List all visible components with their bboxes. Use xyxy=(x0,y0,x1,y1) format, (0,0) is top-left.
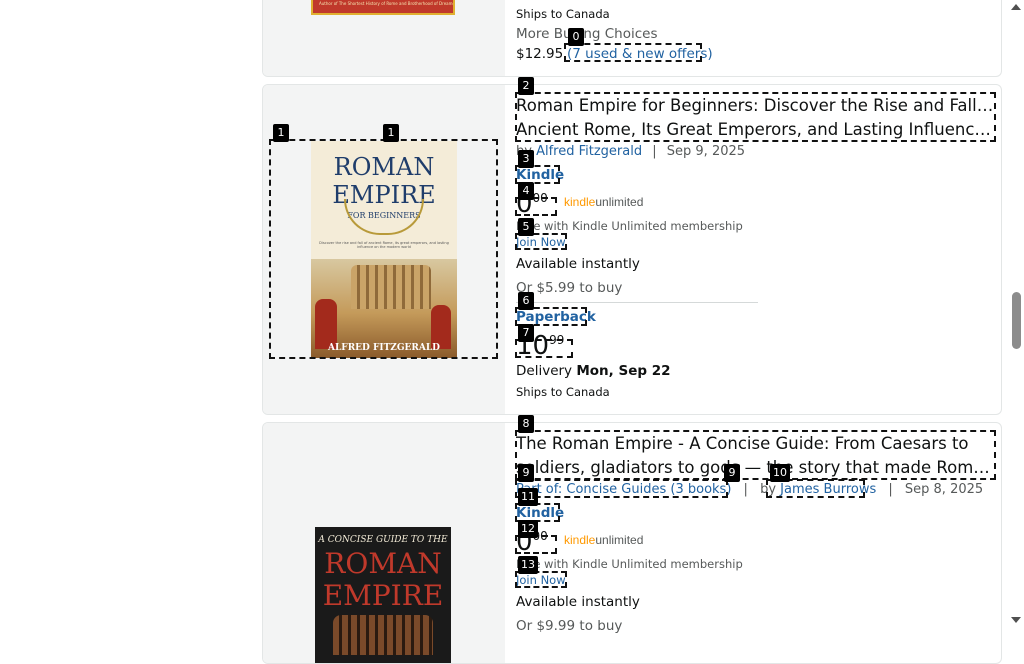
join-now-link[interactable]: Join Now xyxy=(516,573,566,587)
scrollbar-thumb[interactable] xyxy=(1012,292,1021,349)
available-instantly: Available instantly xyxy=(516,256,640,272)
marker-11: 11 xyxy=(518,488,538,506)
marker-6: 6 xyxy=(518,292,534,310)
cover-blurb: Discover the rise and fall of ancient Ro… xyxy=(319,241,449,249)
kindle-unlimited-logo: kindleunlimited xyxy=(564,195,644,209)
divider xyxy=(516,302,758,303)
author-link[interactable]: Alfred Fitzgerald xyxy=(536,144,642,159)
publish-date: Sep 9, 2025 xyxy=(666,144,746,159)
marker-13: 13 xyxy=(518,556,538,574)
marker-12: 12 xyxy=(518,520,538,538)
product-title-link[interactable]: Roman Empire for Beginners: Discover the… xyxy=(516,94,994,142)
buy-price: Or $9.99 to buy xyxy=(516,618,623,634)
title-line-2: Ancient Rome, Its Great Emperors, and La… xyxy=(516,120,994,139)
book-cover-image[interactable]: A CONCISE GUIDE TO THE ROMAN EMPIRE xyxy=(315,527,451,663)
kindle-unlimited-logo: kindleunlimited xyxy=(564,533,644,547)
author-link[interactable]: James Burrows xyxy=(780,482,876,497)
book-cover-image[interactable]: ROMAN EMPIRE FOR BEGINNERS Discover the … xyxy=(311,141,457,358)
result-card-1: ROMAN EMPIRE FOR BEGINNERS Discover the … xyxy=(262,84,1002,415)
delivery-info: Delivery Mon, Sep 22 xyxy=(516,363,671,379)
format-kindle-link[interactable]: Kindle xyxy=(516,505,564,521)
marker-9b: 9 xyxy=(724,464,740,482)
scroll-down-arrow-icon[interactable] xyxy=(1011,617,1021,623)
marker-1a: 1 xyxy=(273,124,289,142)
by-label: by xyxy=(760,482,777,497)
result-card-2: A CONCISE GUIDE TO THE ROMAN EMPIRE The … xyxy=(262,422,1002,664)
join-now-link[interactable]: Join Now xyxy=(516,235,566,249)
publish-date: Sep 8, 2025 xyxy=(904,482,984,497)
marker-9a: 9 xyxy=(518,464,534,482)
byline: Part of: Concise Guides (3 books) | by J… xyxy=(516,482,983,497)
result-card-0: Author of The Shortest History of Rome a… xyxy=(262,0,1002,77)
marker-2: 2 xyxy=(518,77,534,95)
cover-author: ALFRED FITZGERALD xyxy=(328,343,440,353)
ships-to: Ships to Canada xyxy=(516,7,610,21)
vertical-scrollbar[interactable] xyxy=(1008,0,1024,629)
format-kindle-link[interactable]: Kindle xyxy=(516,167,564,183)
marker-0: 0 xyxy=(568,28,584,46)
cover-caption: Author of The Shortest History of Rome a… xyxy=(319,1,455,6)
offers-link[interactable]: (7 used & new offers) xyxy=(567,46,713,62)
byline-separator: | xyxy=(743,482,748,497)
laurel-wreath-icon xyxy=(344,199,424,235)
ku-free-text: Free with Kindle Unlimited membership xyxy=(516,219,743,233)
title-line-1: Roman Empire for Beginners: Discover the… xyxy=(516,96,994,115)
available-instantly: Available instantly xyxy=(516,594,640,610)
byline: by Alfred Fitzgerald | Sep 9, 2025 xyxy=(516,144,745,159)
price-fraction: 99 xyxy=(549,333,565,347)
cover-title-1: ROMAN xyxy=(333,153,435,181)
cover-pane: Author of The Shortest History of Rome a… xyxy=(263,0,505,76)
byline-separator: | xyxy=(652,144,657,159)
marker-3: 3 xyxy=(518,150,534,168)
byline-separator-2: | xyxy=(888,482,893,497)
scroll-up-arrow-icon[interactable] xyxy=(1011,4,1021,10)
title-line-1: The Roman Empire - A Concise Guide: From… xyxy=(516,434,969,453)
format-paperback-link[interactable]: Paperback xyxy=(516,309,596,325)
series-link[interactable]: Part of: Concise Guides (3 books) xyxy=(516,482,731,497)
marker-7: 7 xyxy=(518,324,534,342)
product-title-link[interactable]: The Roman Empire - A Concise Guide: From… xyxy=(516,432,994,480)
ships-to: Ships to Canada xyxy=(516,385,610,399)
marker-4: 4 xyxy=(518,182,534,200)
marker-1b: 1 xyxy=(383,124,399,142)
cover-line-2: ROMAN xyxy=(324,547,442,580)
ku-free-text: Free with Kindle Unlimited membership xyxy=(516,557,743,571)
price-fraction: 00 xyxy=(532,191,548,205)
cover-line-3: EMPIRE xyxy=(322,579,444,612)
colosseum-illustration xyxy=(333,615,433,655)
delivery-label: Delivery xyxy=(516,363,573,379)
more-buying-choices: More Buying Choices xyxy=(516,26,658,42)
marker-5: 5 xyxy=(518,218,534,236)
used-price: $12.95 xyxy=(516,46,564,62)
book-cover-image[interactable]: Author of The Shortest History of Rome a… xyxy=(311,0,455,15)
cover-line-1: A CONCISE GUIDE TO THE xyxy=(318,535,448,545)
cover-pane: A CONCISE GUIDE TO THE ROMAN EMPIRE xyxy=(263,423,505,663)
marker-8: 8 xyxy=(518,415,534,433)
marker-10: 10 xyxy=(770,464,790,482)
delivery-date: Mon, Sep 22 xyxy=(576,363,671,379)
title-line-2: soldiers, gladiators to gods — the story… xyxy=(516,458,990,477)
